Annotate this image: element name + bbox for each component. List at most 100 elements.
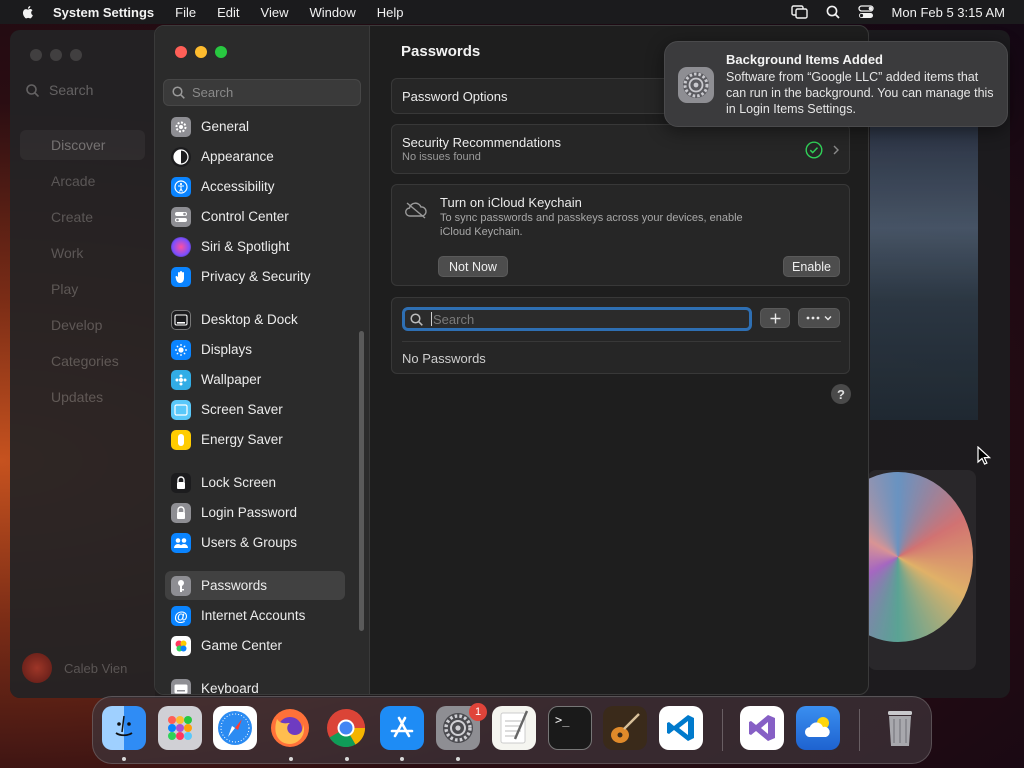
spotlight-search-icon[interactable] <box>826 5 840 19</box>
vscode-icon <box>667 715 694 741</box>
bg-artwork-landscape <box>870 125 978 420</box>
dock-app-terminal[interactable]: >_ <box>548 706 592 750</box>
notification-badge: 1 <box>469 703 487 721</box>
password-search-field[interactable]: Search <box>402 307 752 331</box>
sidebar-item-label: Internet Accounts <box>201 608 306 623</box>
add-password-button[interactable] <box>760 308 790 328</box>
appearance-icon <box>171 146 191 167</box>
sidebar-item-login-password[interactable]: Login Password <box>165 498 345 527</box>
sidebar-item-privacy-security[interactable]: Privacy & Security <box>165 262 345 291</box>
sidebar-scrollbar[interactable] <box>359 331 364 631</box>
sidebar-item-control-center[interactable]: Control Center <box>165 202 345 231</box>
sidebar-item-appearance[interactable]: Appearance <box>165 142 345 171</box>
mouse-cursor-icon <box>977 446 991 465</box>
screen-mirroring-icon[interactable] <box>790 5 808 19</box>
screen-saver-icon <box>171 399 191 420</box>
more-options-button[interactable] <box>798 308 840 328</box>
app-store-icon <box>390 716 414 738</box>
dock-app-visual-studio-code[interactable] <box>659 706 703 750</box>
dock-app-textedit[interactable] <box>492 706 536 750</box>
menu-file[interactable]: File <box>175 5 196 20</box>
search-icon <box>410 312 423 326</box>
menu-help[interactable]: Help <box>377 5 404 20</box>
sidebar-search-placeholder: Search <box>192 85 234 100</box>
cloud-slash-icon <box>405 202 427 219</box>
bg-nav-arcade: Arcade <box>51 173 96 189</box>
security-recommendations-row[interactable]: Security Recommendations No issues found <box>391 124 850 174</box>
dock-separator <box>722 709 723 751</box>
sidebar-item-label: Keyboard <box>201 681 259 695</box>
sidebar-item-game-center[interactable]: Game Center <box>165 631 345 660</box>
sidebar-item-screen-saver[interactable]: Screen Saver <box>165 395 345 424</box>
zoom-window-button[interactable] <box>215 46 227 58</box>
background-items-notification[interactable]: Background Items Added Software from “Go… <box>664 41 1008 127</box>
close-window-button[interactable] <box>175 46 187 58</box>
safari-icon <box>218 711 252 745</box>
sidebar-item-displays[interactable]: Displays <box>165 335 345 364</box>
hand-icon <box>171 266 191 287</box>
dock-app-launchpad[interactable] <box>158 706 202 750</box>
sidebar-item-label: Screen Saver <box>201 402 283 417</box>
sidebar-item-accessibility[interactable]: Accessibility <box>165 172 345 201</box>
running-indicator <box>345 757 349 761</box>
sidebar-item-desktop-dock[interactable]: Desktop & Dock <box>165 305 345 334</box>
lock-icon <box>171 472 191 493</box>
sidebar-item-label: General <box>201 119 250 134</box>
bg-nav-discover: Discover <box>20 130 145 160</box>
sidebar-item-label: Appearance <box>201 149 274 164</box>
dock-app-visual-studio[interactable] <box>740 706 784 750</box>
dock-app-garageband[interactable] <box>603 706 647 750</box>
background-search: Search <box>26 82 93 98</box>
minimize-window-button[interactable] <box>195 46 207 58</box>
sidebar-item-passwords[interactable]: Passwords <box>165 571 345 600</box>
sidebar-item-wallpaper[interactable]: Wallpaper <box>165 365 345 394</box>
sidebar-item-label: Lock Screen <box>201 475 277 490</box>
control-center-icon[interactable] <box>857 5 874 19</box>
dock-app-trash[interactable] <box>878 706 922 750</box>
menu-bar: System Settings File Edit View Window He… <box>0 0 1024 24</box>
chrome-icon <box>327 709 366 748</box>
settings-sidebar: Search General Appearance Accessibility … <box>155 26 370 694</box>
dock-app-firefox[interactable] <box>268 706 312 750</box>
dock-app-google-chrome[interactable] <box>324 706 368 750</box>
help-button[interactable]: ? <box>831 384 851 404</box>
not-now-button[interactable]: Not Now <box>438 256 508 277</box>
apple-logo-icon[interactable] <box>20 4 36 20</box>
wallpaper-icon <box>171 369 191 390</box>
sidebar-item-lock-screen[interactable]: Lock Screen <box>165 468 345 497</box>
avatar <box>22 653 52 683</box>
sidebar-item-energy-saver[interactable]: Energy Saver <box>165 425 345 454</box>
sidebar-item-label: Control Center <box>201 209 289 224</box>
chevron-right-icon <box>833 145 839 155</box>
security-recommendations-title: Security Recommendations <box>402 135 561 150</box>
chevron-down-icon <box>824 316 832 321</box>
running-indicator <box>456 757 460 761</box>
terminal-prompt-icon: >_ <box>555 713 570 727</box>
bg-nav-categories: Categories <box>51 353 119 369</box>
menu-bar-clock[interactable]: Mon Feb 5 3:15 AM <box>892 5 1005 20</box>
keyboard-icon <box>171 678 191 694</box>
sidebar-item-internet-accounts[interactable]: @ Internet Accounts <box>165 601 345 630</box>
dock-app-app-store[interactable] <box>380 706 424 750</box>
dock-app-safari[interactable] <box>213 706 257 750</box>
sidebar-item-label: Users & Groups <box>201 535 298 550</box>
menu-view[interactable]: View <box>261 5 289 20</box>
password-search-placeholder: Search <box>433 311 475 327</box>
menu-edit[interactable]: Edit <box>217 5 239 20</box>
bg-user-account: Caleb Vien <box>22 653 127 683</box>
bg-user-name: Caleb Vien <box>64 660 128 676</box>
sidebar-item-keyboard[interactable]: Keyboard <box>165 674 345 695</box>
bg-nav-updates: Updates <box>51 389 104 405</box>
background-search-label: Search <box>49 82 94 98</box>
sidebar-search-field[interactable]: Search <box>163 79 361 106</box>
sidebar-item-siri-spotlight[interactable]: Siri & Spotlight <box>165 232 345 261</box>
sidebar-item-users-groups[interactable]: Users & Groups <box>165 528 345 557</box>
enable-button[interactable]: Enable <box>783 256 840 277</box>
dock-app-finder[interactable] <box>102 706 146 750</box>
menu-app-name[interactable]: System Settings <box>53 5 154 20</box>
login-password-icon <box>171 502 191 523</box>
menu-window[interactable]: Window <box>309 5 355 20</box>
dock-app-weather[interactable] <box>796 706 840 750</box>
sidebar-item-general[interactable]: General <box>165 112 345 141</box>
accessibility-icon <box>171 176 191 197</box>
